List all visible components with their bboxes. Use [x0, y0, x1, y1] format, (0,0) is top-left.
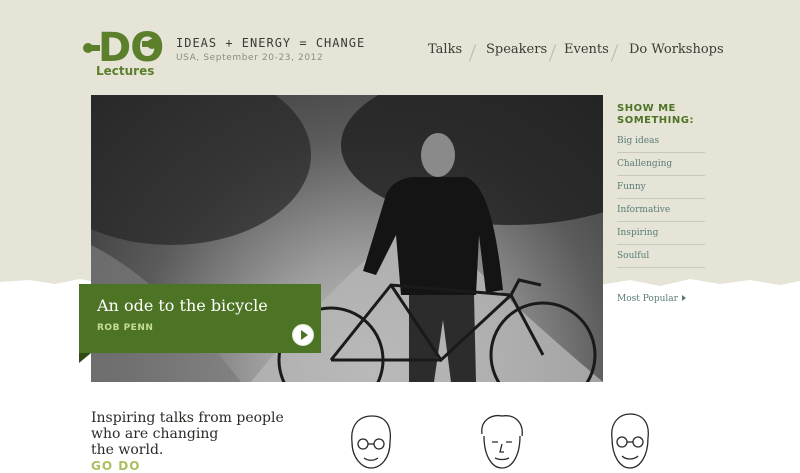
category-informative[interactable]: Informative	[617, 200, 705, 222]
caption-fold	[79, 353, 91, 363]
event-dateline: USA, September 20-23, 2012	[176, 53, 324, 63]
sidebar-title-line2: SOMETHING:	[617, 115, 694, 126]
most-popular-link[interactable]: Most Popular	[617, 294, 686, 304]
intro-line-3: the world.	[91, 442, 164, 458]
category-soulful[interactable]: Soulful	[617, 246, 705, 268]
sidebar-title-line1: SHOW ME	[617, 103, 676, 114]
speaker-sketch[interactable]	[600, 412, 660, 469]
category-challenging[interactable]: Challenging	[617, 154, 705, 176]
intro-line-2: who are changing	[91, 426, 219, 442]
category-funny[interactable]: Funny	[617, 177, 705, 199]
nav-events[interactable]: Events	[564, 42, 609, 57]
play-icon[interactable]	[292, 324, 314, 346]
speaker-sketch[interactable]	[472, 412, 532, 469]
nav-speakers[interactable]: Speakers	[486, 42, 547, 57]
speaker-sketch[interactable]	[340, 412, 400, 469]
intro-text: Inspiring talks from people who are chan…	[91, 410, 291, 458]
logo-lectures-text: Lectures	[96, 64, 155, 78]
nav-talks[interactable]: Talks	[428, 42, 462, 57]
intro-line-1: Inspiring talks from people	[91, 410, 284, 426]
tagline: IDEAS + ENERGY = CHANGE	[176, 36, 366, 50]
featured-talk-caption[interactable]: An ode to the bicycle ROB PENN	[79, 284, 321, 353]
featured-talk-author: ROB PENN	[97, 323, 154, 333]
category-big-ideas[interactable]: Big ideas	[617, 131, 705, 153]
go-do-link[interactable]: GO DO	[91, 459, 140, 473]
nav-do-workshops[interactable]: Do Workshops	[629, 42, 724, 57]
logo[interactable]: DO Lectures	[82, 26, 164, 82]
category-inspiring[interactable]: Inspiring	[617, 223, 705, 245]
sidebar-title: SHOW ME SOMETHING:	[617, 103, 694, 127]
category-list: Big ideas Challenging Funny Informative …	[617, 131, 705, 269]
featured-talk-title[interactable]: An ode to the bicycle	[97, 296, 268, 315]
